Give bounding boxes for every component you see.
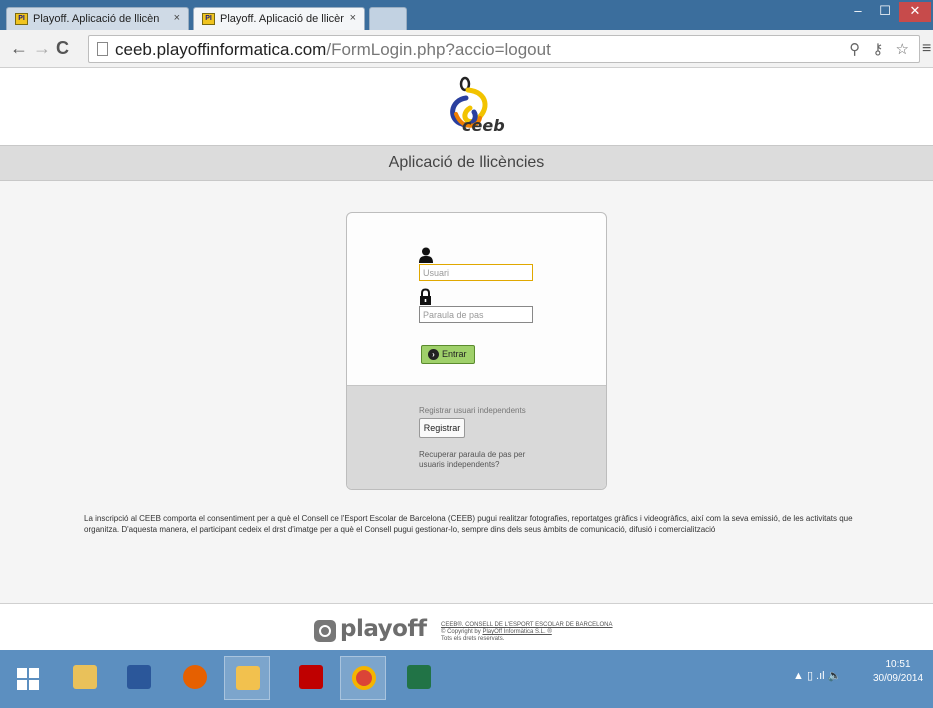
recover-password-link[interactable]: Recuperar paraula de pas per usuaris ind… xyxy=(419,450,549,470)
filezilla-icon[interactable] xyxy=(288,656,334,700)
tab-close-icon[interactable]: × xyxy=(350,12,356,24)
omnibox-actions-icon[interactable]: ⚲ ⚷ ☆ xyxy=(849,40,913,58)
header-logo-area: ceeb xyxy=(0,69,933,145)
playoff-favicon-icon: PI xyxy=(15,13,28,25)
minimize-button[interactable]: – xyxy=(845,2,871,22)
new-tab-button[interactable] xyxy=(369,7,407,30)
url-host: ceeb.playoffinformatica.com xyxy=(115,40,327,59)
arrow-circle-icon: › xyxy=(428,349,439,360)
login-card: › Entrar Registrar usuari independents R… xyxy=(346,212,607,490)
browser-menu-icon[interactable]: ≡ xyxy=(922,40,931,58)
playoff-logo-icon xyxy=(314,620,336,642)
register-section: Registrar usuari independents Registrar … xyxy=(347,385,606,489)
register-button[interactable]: Registrar xyxy=(419,418,465,438)
file-explorer-icon[interactable] xyxy=(62,656,108,700)
back-arrow-icon[interactable]: ← xyxy=(10,38,28,58)
login-button-label: Entrar xyxy=(442,349,467,359)
lock-icon xyxy=(420,288,431,305)
username-input[interactable] xyxy=(419,264,533,281)
copyright-prefix: © Copyright by xyxy=(441,629,483,635)
title-bar: Aplicació de llicències xyxy=(0,145,933,181)
system-tray-icons[interactable]: ▲ ▯ .ıl 🔈 xyxy=(793,669,841,682)
clock-date: 30/09/2014 xyxy=(872,673,924,684)
image-rights-notice: La inscripció al CEEB comporta el consen… xyxy=(84,514,853,534)
register-caption: Registrar usuari independents xyxy=(419,406,526,415)
windows-taskbar: ▲ ▯ .ıl 🔈 10:51 30/09/2014 xyxy=(0,650,933,708)
tab-2-active[interactable]: PI Playoff. Aplicació de llicèr × xyxy=(193,7,365,30)
page-content: ceeb Aplicació de llicències › Entrar Re… xyxy=(0,69,933,650)
outlook-icon[interactable] xyxy=(224,656,270,700)
page-icon xyxy=(97,42,108,56)
start-button[interactable] xyxy=(6,656,52,700)
browser-tabstrip: PI Playoff. Aplicació de llicèn × PI Pla… xyxy=(0,0,933,30)
browser-toolbar: ← → C ceeb.playoffinformatica.com/FormLo… xyxy=(0,30,933,68)
playoff-favicon-icon: PI xyxy=(202,13,215,25)
reload-icon[interactable]: C xyxy=(56,38,69,58)
playoff-wordmark: playoff xyxy=(340,616,427,642)
address-bar[interactable]: ceeb.playoffinformatica.com/FormLogin.ph… xyxy=(88,35,920,63)
page-title: Aplicació de llicències xyxy=(388,154,545,171)
firefox-icon[interactable] xyxy=(172,656,218,700)
footer: playoff CEEB®. CONSELL DE L'ESPORT ESCOL… xyxy=(0,603,933,650)
user-icon xyxy=(419,247,433,263)
footer-org-link[interactable]: CEEB®. CONSELL DE L'ESPORT ESCOLAR DE BA… xyxy=(441,622,613,629)
clock-time: 10:51 xyxy=(885,659,911,670)
copyright-link[interactable]: PlayOff Informàtica S.L. ® xyxy=(482,629,551,635)
footer-rights: Tots els drets reservats. xyxy=(441,636,505,642)
url-text[interactable]: ceeb.playoffinformatica.com/FormLogin.ph… xyxy=(115,40,551,60)
url-path: /FormLogin.php?accio=logout xyxy=(326,40,551,59)
taskbar-clock[interactable]: 10:51 30/09/2014 xyxy=(866,658,930,686)
chrome-icon[interactable] xyxy=(340,656,386,700)
footer-copyright: © Copyright by PlayOff Informàtica S.L. … xyxy=(441,629,613,636)
close-window-button[interactable]: ✕ xyxy=(899,2,931,22)
tab-title: Playoff. Aplicació de llicèr xyxy=(220,13,344,25)
word-icon[interactable] xyxy=(116,656,162,700)
tab-1[interactable]: PI Playoff. Aplicació de llicèn × xyxy=(6,7,189,30)
password-input[interactable] xyxy=(419,306,533,323)
logo-wordmark: ceeb xyxy=(462,116,505,135)
footer-text: CEEB®. CONSELL DE L'ESPORT ESCOLAR DE BA… xyxy=(441,622,613,643)
tab-close-icon[interactable]: × xyxy=(174,12,180,24)
forward-arrow-icon[interactable]: → xyxy=(33,38,51,58)
excel-icon[interactable] xyxy=(396,656,442,700)
tab-title: Playoff. Aplicació de llicèn xyxy=(33,13,160,25)
maximize-button[interactable]: ☐ xyxy=(872,2,898,22)
login-button[interactable]: › Entrar xyxy=(421,345,475,364)
